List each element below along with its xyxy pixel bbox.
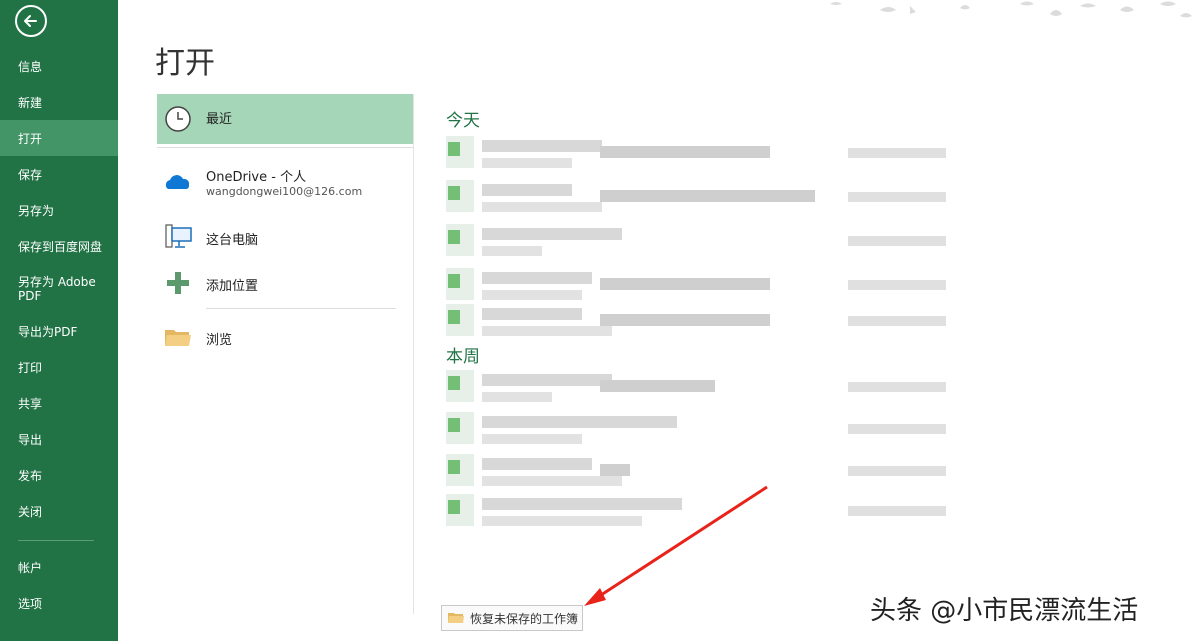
watermark-text: 头条 @小市民漂流生活 (870, 596, 1139, 626)
red-arrow-annotation (584, 485, 768, 606)
